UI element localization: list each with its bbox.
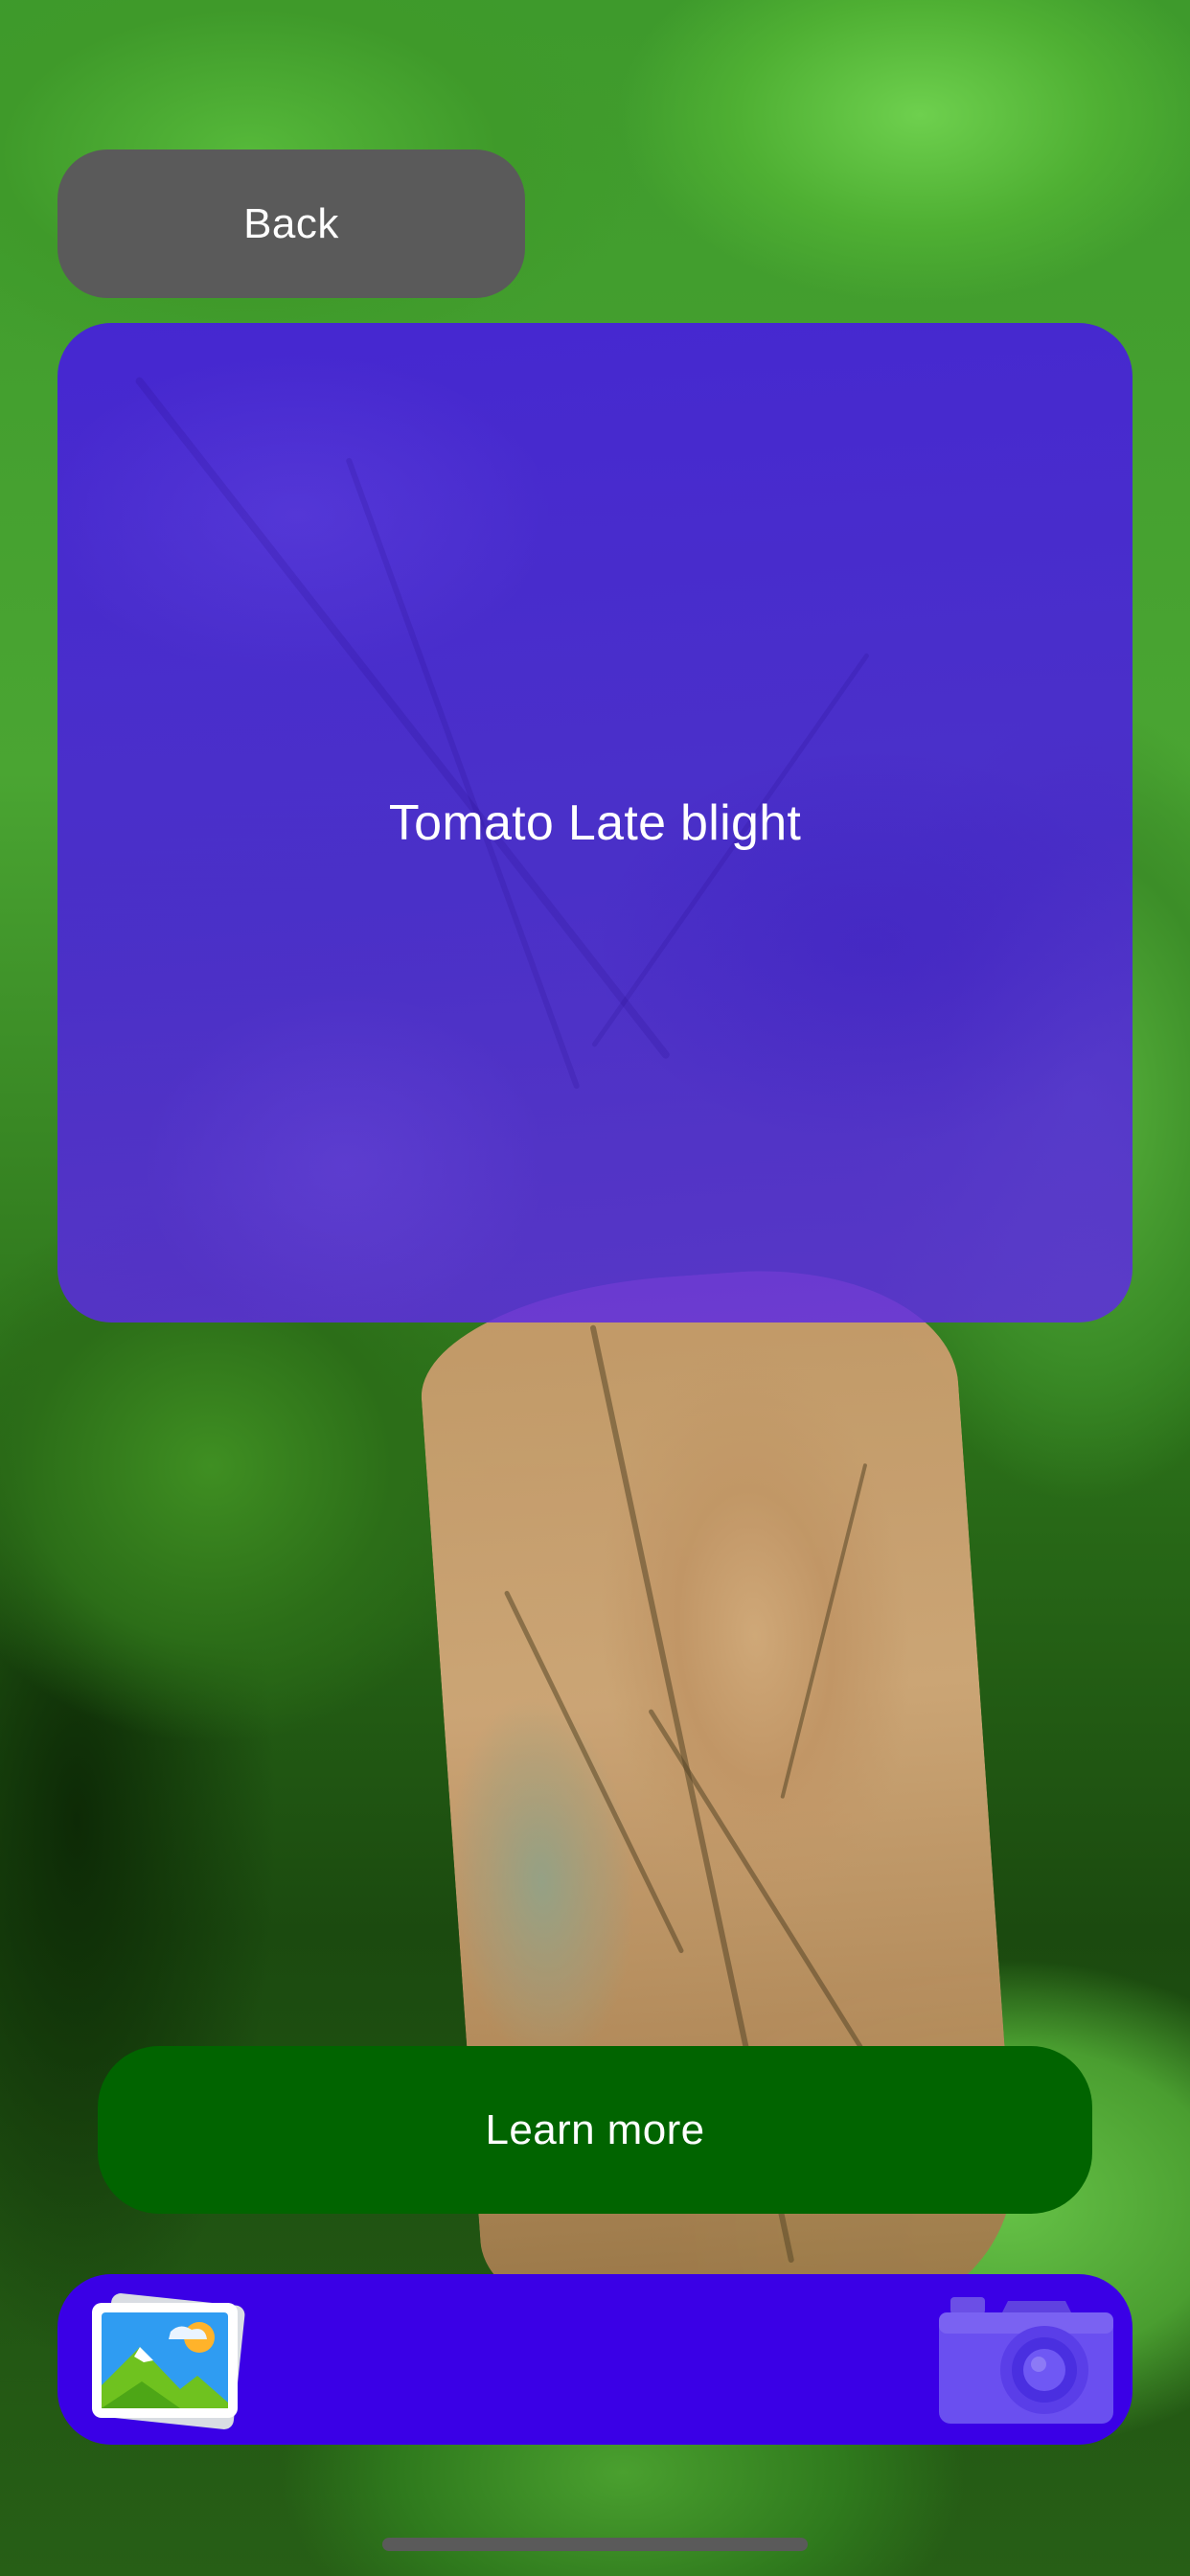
camera-button[interactable] [939,2295,1113,2424]
back-button-label: Back [243,199,339,247]
bottom-toolbar [57,2274,1133,2445]
gallery-button[interactable] [84,2289,247,2431]
disease-name-label: Tomato Late blight [388,794,802,851]
learn-more-label: Learn more [485,2105,705,2153]
photo-gallery-icon [92,2293,245,2429]
learn-more-button[interactable]: Learn more [98,2046,1092,2214]
camera-icon [939,2297,1113,2424]
home-indicator[interactable] [382,2538,808,2551]
back-button[interactable]: Back [57,150,525,298]
prediction-result-card: Tomato Late blight [57,323,1133,1322]
